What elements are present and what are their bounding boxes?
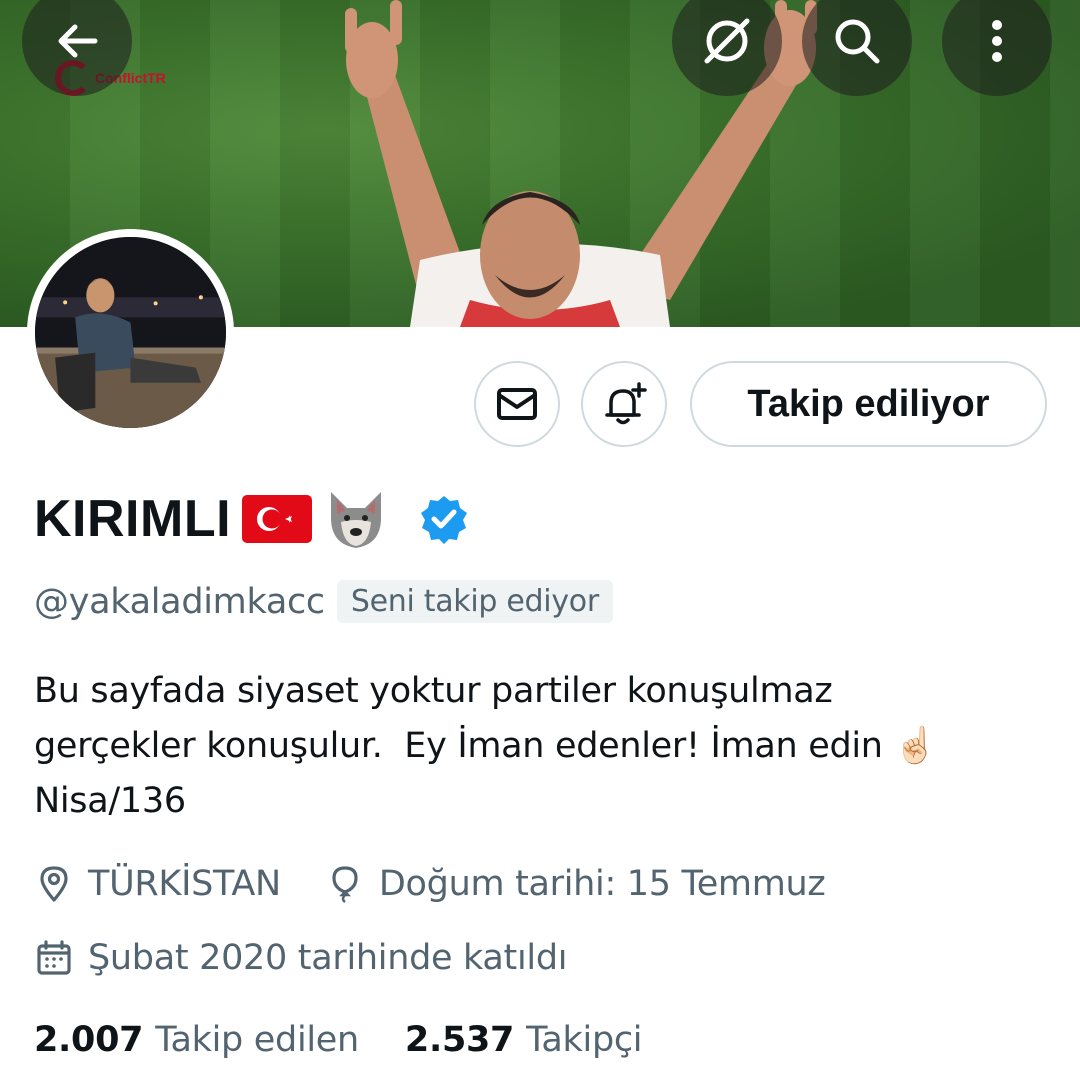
turkey-flag-icon — [242, 495, 313, 543]
birthday-text: Doğum tarihi: 15 Temmuz — [378, 864, 826, 904]
handle-row: @yakaladimkacc Seni takip ediyor — [34, 580, 613, 623]
notifications-button[interactable] — [581, 361, 667, 447]
joined-text: Şubat 2020 tarihinde katıldı — [88, 938, 568, 978]
profile-meta-row: Şubat 2020 tarihinde katıldı — [34, 938, 611, 978]
following-button[interactable]: Takip ediliyor — [690, 361, 1047, 447]
grok-icon — [704, 18, 750, 64]
verified-badge-icon[interactable] — [419, 494, 469, 544]
location-text: TÜRKİSTAN — [88, 864, 281, 904]
birthday-item: Doğum tarihi: 15 Temmuz — [325, 864, 826, 904]
following-stat[interactable]: 2.007 Takip edilen — [34, 1020, 359, 1060]
display-name: KIRIMLI — [34, 490, 232, 548]
location-pin-icon — [40, 866, 68, 902]
following-label: Takip edilen — [155, 1020, 359, 1060]
bell-plus-icon — [605, 382, 647, 425]
profile-avatar[interactable] — [27, 229, 234, 436]
profile-meta-row: TÜRKİSTAN Doğum tarihi: 15 Temmuz — [34, 864, 869, 904]
follows-you-badge: Seni takip ediyor — [336, 580, 613, 623]
profile-bio: Bu sayfada siyaset yoktur partiler konuş… — [34, 671, 937, 821]
more-vertical-icon — [992, 20, 1002, 62]
arrow-left-icon — [58, 24, 98, 58]
location-item: TÜRKİSTAN — [34, 864, 281, 904]
following-count: 2.007 — [34, 1020, 144, 1060]
wolf-icon — [331, 492, 382, 548]
followers-count: 2.537 — [404, 1020, 515, 1060]
calendar-icon — [37, 940, 71, 975]
envelope-icon — [497, 388, 537, 420]
message-button[interactable] — [474, 361, 560, 447]
search-icon — [835, 19, 880, 64]
avatar-photo — [35, 237, 226, 428]
user-handle: @yakaladimkacc — [34, 581, 325, 622]
followers-stat[interactable]: 2.537 Takipçi — [404, 1020, 643, 1060]
name-row: KIRIMLI — [34, 486, 469, 552]
balloon-icon — [332, 866, 358, 903]
follow-stats: 2.007 Takip edilen 2.537 Takipçi — [34, 1020, 688, 1060]
followers-label: Takipçi — [526, 1020, 643, 1060]
joined-item: Şubat 2020 tarihinde katıldı — [34, 938, 567, 978]
